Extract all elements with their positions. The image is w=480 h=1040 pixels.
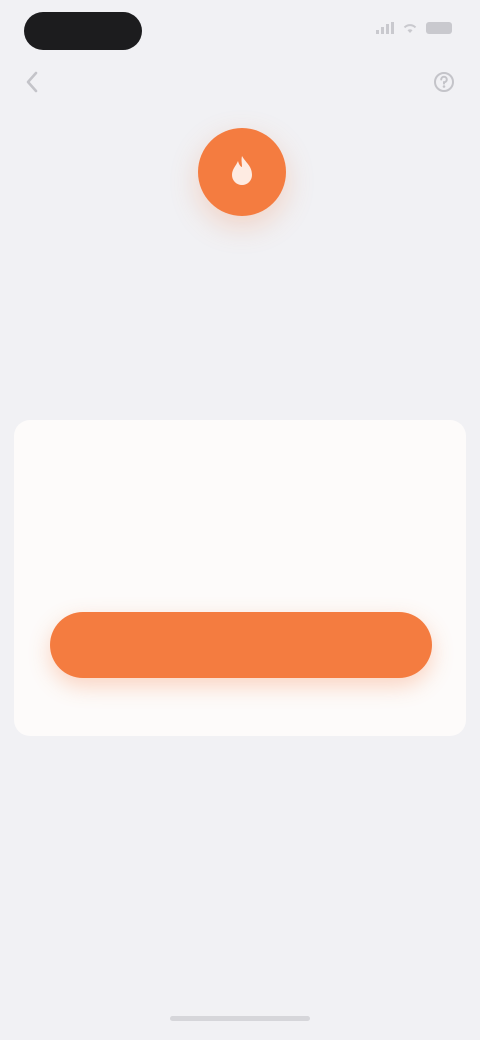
home-indicator[interactable] [170,1016,310,1021]
wifi-icon [402,22,418,34]
signal-icon [376,22,394,34]
app-screen [0,0,480,1040]
hero-badge [198,128,286,216]
battery-icon [426,22,452,34]
back-button[interactable] [18,70,46,98]
help-button[interactable] [430,70,458,98]
status-bar [0,0,480,60]
status-time [24,12,142,50]
help-icon [433,71,455,98]
chevron-left-icon [25,71,39,98]
flame-icon [222,152,262,192]
status-icons [376,22,452,34]
primary-action-button[interactable] [50,612,432,678]
info-card [14,420,466,736]
